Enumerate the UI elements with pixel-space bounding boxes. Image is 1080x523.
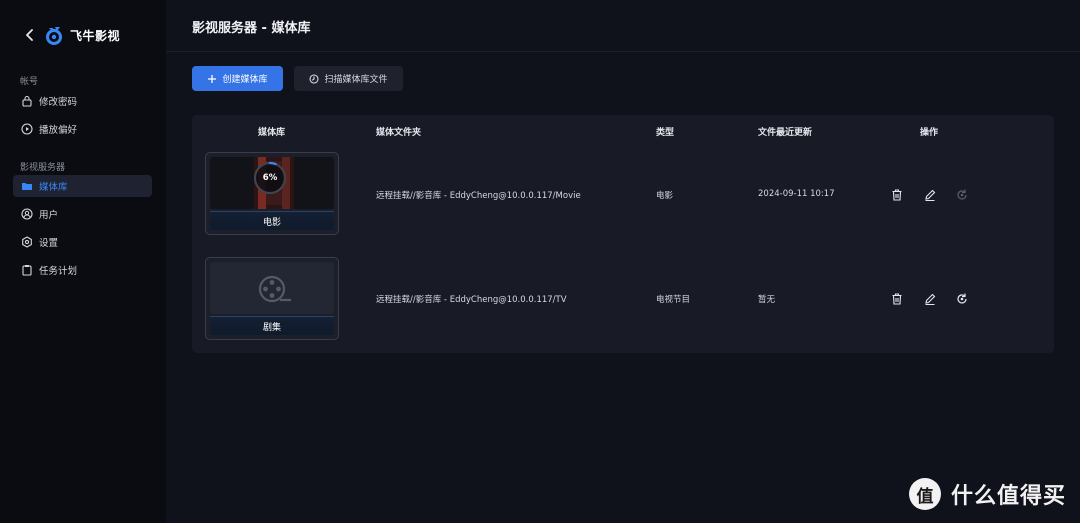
brand: 飞牛影视 [22, 24, 120, 46]
scan-library-label: 扫描媒体库文件 [324, 75, 388, 85]
edit-button[interactable] [923, 291, 937, 306]
watermark: 值 什么值得买 [909, 478, 1066, 510]
delete-button[interactable] [890, 187, 904, 201]
back-button[interactable] [22, 25, 38, 45]
lock-icon [22, 95, 32, 107]
watermark-badge-icon: 值 [909, 478, 941, 510]
create-library-button[interactable]: 创建媒体库 [192, 66, 283, 91]
refresh-icon [957, 293, 967, 304]
folder-path: 远程挂载//影音库 - EddyCheng@10.0.0.117/Movie [376, 191, 581, 201]
app-name: 飞牛影视 [70, 28, 121, 43]
watermark-text: 什么值得买 [951, 484, 1067, 509]
sidebar-item-label: 媒体库 [39, 182, 68, 193]
trash-icon [892, 189, 902, 201]
section-title-media-server: 影视服务器 [20, 163, 66, 173]
sidebar-item-settings[interactable]: 设置 [13, 231, 152, 253]
main-content: 影视服务器 - 媒体库 创建媒体库 扫描媒体库文件 媒体库 媒体文件夹 类型 文… [166, 0, 1080, 523]
folder-path: 远程挂载//影音库 - EddyCheng@10.0.0.117/TV [376, 295, 567, 305]
refresh-icon [957, 189, 967, 200]
refresh-button[interactable] [955, 187, 969, 201]
progress-percent: 6% [262, 173, 278, 183]
delete-button[interactable] [890, 291, 904, 305]
trash-icon [892, 293, 902, 305]
library-table: 媒体库 媒体文件夹 类型 文件最近更新 操作 6% 电影 远程挂载//影音库 -… [192, 115, 1054, 353]
sidebar-item-users[interactable]: 用户 [13, 203, 152, 225]
column-header-library: 媒体库 [258, 128, 286, 138]
sidebar-item-label: 修改密码 [39, 97, 78, 108]
scan-library-button[interactable]: 扫描媒体库文件 [294, 66, 403, 91]
column-header-actions: 操作 [920, 128, 939, 138]
chevron-left-icon [26, 29, 33, 41]
last-updated: 暂无 [758, 295, 776, 305]
film-reel-placeholder-image [210, 262, 334, 314]
sidebar-item-label: 用户 [39, 210, 59, 221]
sidebar: 飞牛影视 帐号 修改密码 播放偏好 影视服务器 媒体库 用户 设置 任务计划 [0, 0, 166, 523]
page-title: 影视服务器 - 媒体库 [192, 21, 311, 36]
sidebar-item-label: 设置 [39, 238, 59, 249]
last-updated: 2024-09-11 10:17 [758, 189, 835, 199]
scan-clock-icon [309, 73, 320, 84]
fn-logo-icon [46, 27, 62, 45]
library-card-tv-series[interactable]: 剧集 [205, 257, 339, 340]
column-header-folder: 媒体文件夹 [376, 128, 422, 138]
clipboard-icon [22, 265, 32, 276]
scan-progress: 6% [251, 159, 289, 197]
sidebar-item-scheduled-tasks[interactable]: 任务计划 [13, 259, 152, 281]
sidebar-item-media-library[interactable]: 媒体库 [13, 175, 152, 197]
play-circle-icon [21, 123, 33, 135]
user-icon [21, 208, 33, 220]
library-name: 剧集 [210, 316, 334, 335]
pencil-icon [925, 189, 936, 202]
edit-button[interactable] [923, 187, 937, 202]
library-name: 电影 [210, 211, 334, 230]
library-card-movies[interactable]: 6% 电影 [205, 152, 339, 235]
sidebar-item-label: 任务计划 [39, 266, 78, 277]
pencil-icon [925, 293, 936, 306]
library-type: 电影 [656, 191, 674, 201]
sidebar-item-playback-preferences[interactable]: 播放偏好 [13, 118, 152, 140]
library-type: 电视节目 [656, 295, 691, 305]
column-header-updated: 文件最近更新 [758, 128, 813, 138]
sidebar-item-change-password[interactable]: 修改密码 [13, 90, 152, 112]
refresh-button[interactable] [955, 291, 969, 305]
header: 影视服务器 - 媒体库 [166, 0, 1080, 52]
column-header-type: 类型 [656, 128, 675, 138]
section-title-account: 帐号 [20, 77, 39, 87]
folder-icon [22, 183, 32, 190]
sidebar-item-label: 播放偏好 [39, 125, 78, 136]
watermark-badge-text: 值 [916, 486, 934, 507]
create-library-label: 创建媒体库 [222, 75, 268, 85]
plus-icon [208, 74, 217, 83]
gear-icon [22, 236, 32, 248]
